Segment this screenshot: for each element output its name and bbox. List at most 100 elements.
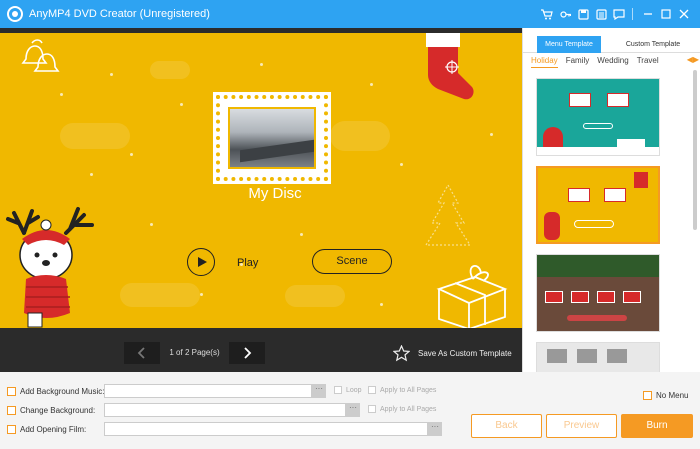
save-custom-template-button[interactable]: Save As Custom Template — [393, 343, 512, 363]
stocking-shape — [634, 172, 648, 188]
bottom-panel: Add Background Music: ··· Loop Apply to … — [0, 372, 700, 449]
play-label[interactable]: Play — [237, 257, 258, 269]
background-field[interactable] — [104, 403, 346, 417]
bells-icon — [21, 39, 60, 72]
play-button[interactable] — [187, 248, 215, 276]
title-bar-separator — [632, 8, 633, 20]
background-music-field[interactable] — [104, 384, 312, 398]
template-photo-slot — [577, 349, 597, 363]
gift-icon — [436, 265, 508, 328]
previous-page-button[interactable] — [124, 342, 160, 364]
key-icon[interactable] — [557, 6, 573, 22]
template-photo-slot — [569, 93, 591, 107]
cloud-decoration — [330, 121, 390, 151]
snowflake — [110, 73, 113, 76]
maximize-icon[interactable] — [658, 6, 674, 22]
template-photo-slot — [545, 291, 563, 303]
app-logo-icon — [7, 6, 23, 22]
no-menu-checkbox[interactable] — [643, 391, 652, 400]
snowflake — [260, 63, 263, 66]
close-icon[interactable] — [676, 6, 692, 22]
template-photo-slot — [607, 349, 627, 363]
template-list — [523, 70, 700, 372]
save-icon[interactable] — [575, 6, 591, 22]
disc-title[interactable]: My Disc — [216, 185, 334, 202]
category-travel[interactable]: Travel — [637, 54, 659, 68]
template-thumbnail-selected[interactable] — [536, 166, 660, 244]
snowflake — [370, 83, 373, 86]
category-scroll-arrows[interactable]: ◀▶ — [687, 55, 699, 64]
template-list-scrollbar[interactable] — [693, 70, 697, 230]
menu-canvas: My Disc Play Scene — [0, 33, 522, 328]
app-title: AnyMP4 DVD Creator (Unregistered) — [29, 8, 210, 20]
opening-film-label: Add Opening Film: — [20, 424, 87, 434]
scene-button[interactable]: Scene — [312, 249, 392, 274]
preview-button[interactable]: Preview — [546, 414, 617, 438]
template-photo-slot — [607, 93, 629, 107]
music-apply-all-checkbox[interactable] — [368, 386, 376, 394]
disc-thumbnail-image — [228, 107, 316, 169]
cloud-decoration — [60, 123, 130, 149]
no-menu-label: No Menu — [656, 391, 689, 400]
background-apply-all-label: Apply to All Pages — [380, 405, 437, 413]
template-thumbnail[interactable] — [536, 254, 660, 332]
template-photo-slot — [571, 291, 589, 303]
background-music-checkbox[interactable] — [7, 386, 16, 396]
template-photo-slot — [604, 188, 626, 202]
menu-icon[interactable] — [593, 6, 609, 22]
cloud-decoration — [120, 283, 200, 307]
snow-ground — [537, 147, 659, 155]
opening-film-checkbox[interactable] — [7, 424, 16, 434]
template-thumbnail[interactable] — [536, 78, 660, 156]
template-photo-slot — [597, 291, 615, 303]
music-apply-all-label: Apply to All Pages — [380, 386, 437, 394]
page-nav-bar: 1 of 2 Page(s) Save As Custom Template — [0, 328, 522, 372]
change-background-checkbox[interactable] — [7, 405, 16, 415]
background-music-browse-button[interactable]: ··· — [312, 384, 326, 398]
background-browse-button[interactable]: ··· — [346, 403, 360, 417]
template-photo-slot — [547, 349, 567, 363]
snowflake — [150, 223, 153, 226]
disc-thumbnail[interactable] — [213, 92, 331, 184]
template-thumbnail[interactable] — [536, 342, 660, 372]
template-button-shape — [574, 220, 614, 228]
loop-option: Loop — [334, 386, 362, 394]
opening-film-browse-button[interactable]: ··· — [428, 422, 442, 436]
snowflake — [490, 133, 493, 136]
title-bar: AnyMP4 DVD Creator (Unregistered) — [0, 0, 700, 28]
snowflake — [180, 103, 183, 106]
background-apply-all-option: Apply to All Pages — [368, 405, 436, 413]
snowflake — [130, 153, 133, 156]
minimize-icon[interactable] — [640, 6, 656, 22]
category-family[interactable]: Family — [566, 54, 590, 68]
tab-custom-template[interactable]: Custom Template — [619, 36, 687, 53]
template-categories: Holiday Family Wedding Travel ◀▶ — [523, 54, 700, 68]
snowflake — [380, 303, 383, 306]
template-photo-slot — [623, 291, 641, 303]
opening-film-field[interactable] — [104, 422, 428, 436]
category-holiday[interactable]: Holiday — [531, 54, 558, 68]
cart-icon[interactable] — [539, 6, 555, 22]
burn-button[interactable]: Burn — [621, 414, 693, 438]
cloud-decoration — [285, 285, 345, 307]
music-apply-all-option: Apply to All Pages — [368, 386, 436, 394]
next-page-button[interactable] — [229, 342, 265, 364]
loop-label: Loop — [346, 386, 362, 394]
template-button-shape — [567, 315, 627, 321]
snowflake — [300, 233, 303, 236]
pine-branch-shape — [537, 255, 659, 277]
chat-icon[interactable] — [611, 6, 627, 22]
star-icon — [393, 344, 410, 361]
category-wedding[interactable]: Wedding — [597, 54, 628, 68]
background-music-row: Add Background Music: — [7, 384, 105, 398]
reindeer-shape — [544, 212, 560, 240]
save-custom-template-label: Save As Custom Template — [418, 348, 512, 358]
title-bar-controls — [537, 0, 692, 28]
back-button[interactable]: Back — [471, 414, 542, 438]
opening-film-row: Add Opening Film: — [7, 422, 86, 436]
loop-checkbox[interactable] — [334, 386, 342, 394]
chevron-left-icon — [137, 347, 145, 359]
background-apply-all-checkbox[interactable] — [368, 405, 376, 413]
tab-menu-template[interactable]: Menu Template — [537, 36, 601, 53]
snowflake — [90, 173, 93, 176]
